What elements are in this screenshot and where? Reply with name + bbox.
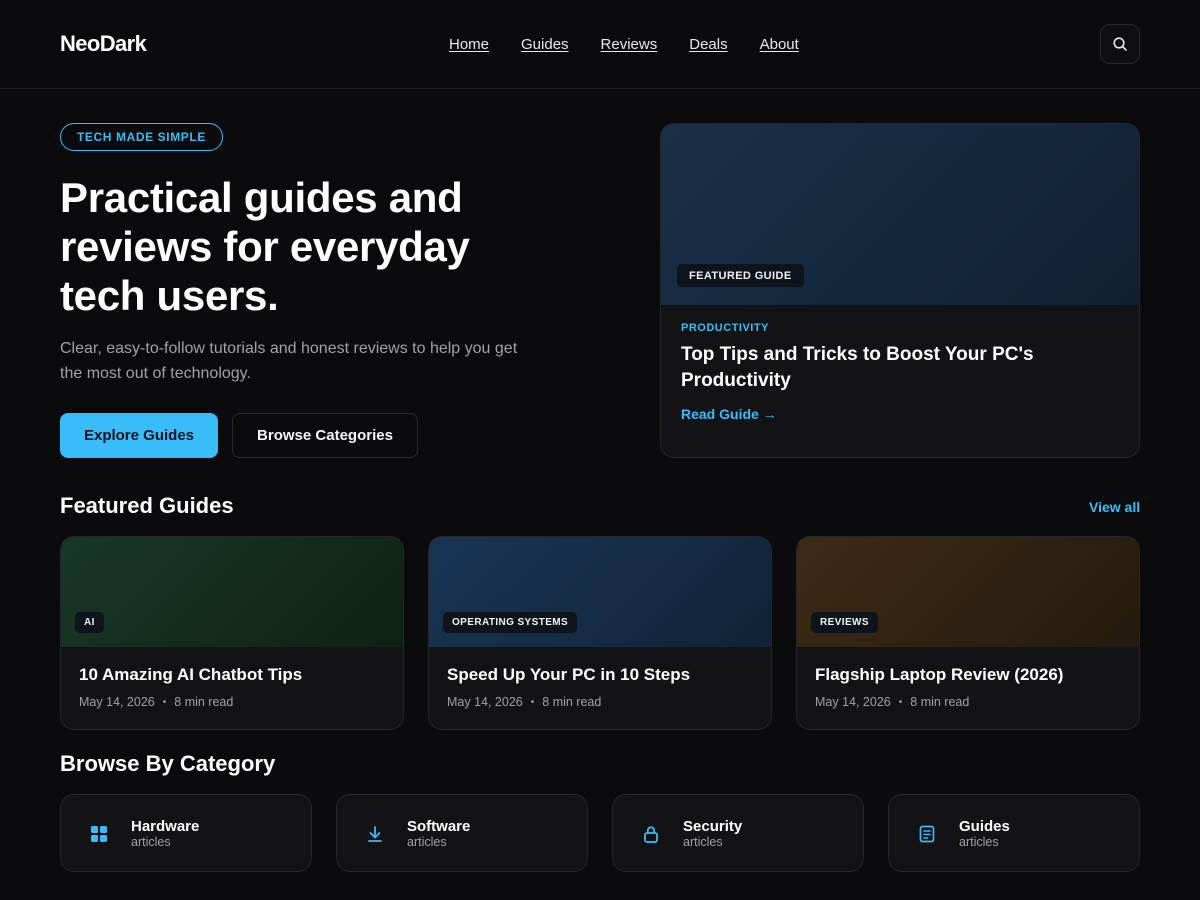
guide-card-date: May 14, 2026 bbox=[447, 695, 523, 709]
guide-card-meta: May 14, 2026 • 8 min read bbox=[815, 695, 969, 709]
category-name: Security bbox=[683, 818, 743, 835]
guide-card-meta: May 14, 2026 • 8 min read bbox=[447, 695, 601, 709]
guide-card-meta: May 14, 2026 • 8 min read bbox=[79, 695, 233, 709]
guide-card[interactable]: REVIEWS Flagship Laptop Review (2026) Ma… bbox=[796, 536, 1140, 730]
main-nav: Home Guides Reviews Deals About bbox=[449, 36, 799, 53]
hero-subtitle: Clear, easy-to-follow tutorials and hone… bbox=[60, 340, 518, 382]
guide-card-read-time: 8 min read bbox=[174, 695, 234, 709]
category-subtitle: articles bbox=[407, 835, 447, 849]
hero-tag: TECH MADE SIMPLE bbox=[60, 123, 223, 151]
lock-icon bbox=[644, 826, 658, 843]
featured-guide-card[interactable]: FEATURED GUIDE PRODUCTIVITY Top Tips and… bbox=[660, 123, 1140, 458]
nav-link-home[interactable]: Home bbox=[449, 36, 489, 53]
grid-icon bbox=[91, 826, 107, 842]
hero-title: Practical guides and reviews for everyda… bbox=[60, 174, 470, 319]
guide-card-read-time: 8 min read bbox=[542, 695, 602, 709]
category-card-security[interactable]: Security articles bbox=[612, 794, 864, 872]
guide-card-image: AI bbox=[61, 537, 403, 647]
guide-card-title[interactable]: Flagship Laptop Review (2026) bbox=[815, 665, 1063, 685]
category-card-guides[interactable]: Guides articles bbox=[888, 794, 1140, 872]
guide-card[interactable]: AI 10 Amazing AI Chatbot Tips May 14, 20… bbox=[60, 536, 404, 730]
read-guide-link[interactable]: Read Guide → bbox=[681, 406, 777, 422]
nav-link-reviews[interactable]: Reviews bbox=[601, 36, 658, 53]
guide-card-read-time: 8 min read bbox=[910, 695, 970, 709]
meta-separator: • bbox=[162, 696, 167, 708]
category-name: Software bbox=[407, 818, 471, 835]
guide-card[interactable]: OPERATING SYSTEMS Speed Up Your PC in 10… bbox=[428, 536, 772, 730]
category-card-software[interactable]: Software articles bbox=[336, 794, 588, 872]
site-logo[interactable]: NeoDark bbox=[60, 31, 147, 57]
featured-guide-badge: FEATURED GUIDE bbox=[677, 264, 804, 287]
nav-link-about[interactable]: About bbox=[760, 36, 799, 53]
meta-separator: • bbox=[898, 696, 903, 708]
category-card-hardware[interactable]: Hardware articles bbox=[60, 794, 312, 872]
document-icon bbox=[919, 825, 935, 843]
site-header: NeoDark Home Guides Reviews Deals About bbox=[0, 0, 1200, 89]
category-subtitle: articles bbox=[959, 835, 999, 849]
guide-card-title[interactable]: 10 Amazing AI Chatbot Tips bbox=[79, 665, 302, 685]
guide-card-image: OPERATING SYSTEMS bbox=[429, 537, 771, 647]
featured-guide-title[interactable]: Top Tips and Tricks to Boost Your PC's P… bbox=[681, 342, 1101, 394]
guide-card-date: May 14, 2026 bbox=[79, 695, 155, 709]
guide-card-image: REVIEWS bbox=[797, 537, 1139, 647]
featured-guides-heading: Featured Guides bbox=[60, 493, 234, 518]
guide-card-title[interactable]: Speed Up Your PC in 10 Steps bbox=[447, 665, 690, 685]
search-icon bbox=[1113, 37, 1127, 51]
nav-link-deals[interactable]: Deals bbox=[689, 36, 727, 53]
browse-categories-button[interactable]: Browse Categories bbox=[232, 413, 418, 458]
download-icon bbox=[368, 826, 382, 842]
search-button[interactable] bbox=[1100, 24, 1140, 64]
view-all-link[interactable]: View all bbox=[1089, 499, 1140, 515]
category-name: Guides bbox=[959, 818, 1010, 835]
category-subtitle: articles bbox=[683, 835, 723, 849]
explore-guides-button[interactable]: Explore Guides bbox=[60, 413, 218, 458]
guide-card-badge: AI bbox=[75, 612, 104, 633]
nav-link-guides[interactable]: Guides bbox=[521, 36, 569, 53]
guide-card-date: May 14, 2026 bbox=[815, 695, 891, 709]
meta-separator: • bbox=[530, 696, 535, 708]
featured-guide-image: FEATURED GUIDE bbox=[661, 124, 1139, 305]
guide-card-badge: OPERATING SYSTEMS bbox=[443, 612, 578, 633]
browse-category-heading: Browse By Category bbox=[60, 751, 276, 776]
category-subtitle: articles bbox=[131, 835, 171, 849]
featured-guide-category: PRODUCTIVITY bbox=[681, 322, 769, 334]
guide-card-badge: REVIEWS bbox=[811, 612, 878, 633]
category-name: Hardware bbox=[131, 818, 200, 835]
